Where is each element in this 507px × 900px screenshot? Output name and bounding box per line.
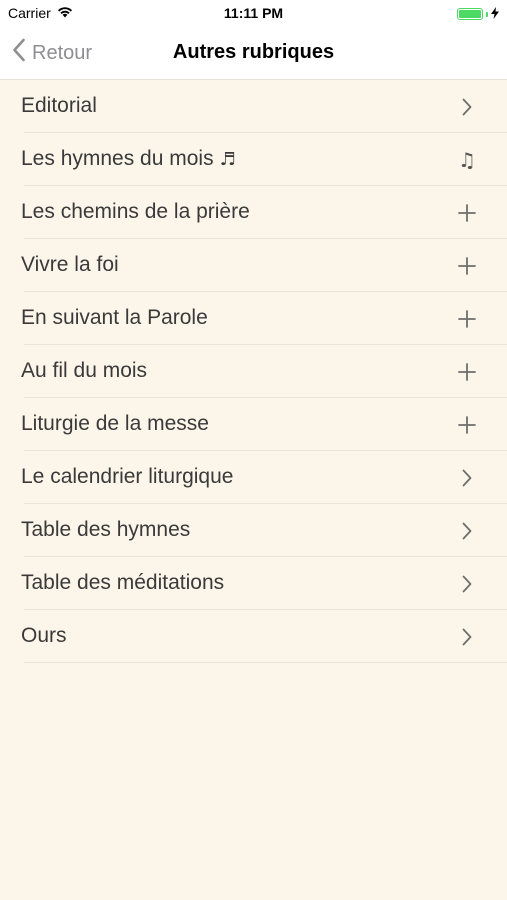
list-item-chemins-priere[interactable]: Les chemins de la prière [0,186,507,239]
list-item-label: Table des hymnes [21,518,191,541]
chevron-right-icon [455,519,479,543]
plus-icon [455,413,479,437]
list-item-suivant-parole[interactable]: En suivant la Parole [0,292,507,345]
section-list: Editorial Les hymnes du mois ♬ ♫ Les chem… [0,80,507,663]
list-item-ours[interactable]: Ours [0,610,507,663]
music-notes-icon: ♫ [458,148,476,172]
list-item-fil-du-mois[interactable]: Au fil du mois [0,345,507,398]
list-item-label: Au fil du mois [21,359,148,382]
chevron-right-icon [455,95,479,119]
plus-icon [455,201,479,225]
list-item-liturgie-messe[interactable]: Liturgie de la messe [0,398,507,451]
status-time: 11:11 PM [223,5,284,21]
status-right [457,6,499,22]
battery-tip [486,11,488,17]
list-item-label: Ours [21,624,67,647]
chevron-right-icon [455,466,479,490]
battery-fill [459,10,481,18]
list-item-editorial[interactable]: Editorial [0,80,507,133]
chevron-right-icon [455,625,479,649]
navigation-bar: Retour Autres rubriques [0,28,507,80]
page-title: Autres rubriques [172,41,335,63]
plus-icon [455,254,479,278]
list-item-label: Editorial [21,94,97,117]
screen: Carrier 11:11 PM Retour Autres rubriques… [0,0,507,900]
list-item-label: Liturgie de la messe [21,412,209,435]
plus-icon [455,307,479,331]
list-item-label: Les chemins de la prière [21,200,250,223]
list-item-label: Vivre la foi [21,253,119,276]
list-item-table-hymnes[interactable]: Table des hymnes [0,504,507,557]
list-item-label-wrapper: Les hymnes du mois ♬ [21,147,236,171]
chevron-right-icon [455,572,479,596]
list-item-vivre-la-foi[interactable]: Vivre la foi [0,239,507,292]
battery-icon [457,8,483,20]
music-note-icon: ♬ [219,149,236,170]
list-item-hymnes-du-mois[interactable]: Les hymnes du mois ♬ ♫ [0,133,507,186]
charging-bolt-icon [491,6,499,22]
list-item-label: Table des méditations [21,571,225,594]
list-item-label: Les hymnes du mois [21,147,214,170]
list-item-label: Le calendrier liturgique [21,465,234,488]
plus-icon [455,360,479,384]
list-item-table-meditations[interactable]: Table des méditations [0,557,507,610]
list-item-label: En suivant la Parole [21,306,208,329]
list-item-calendrier-liturgique[interactable]: Le calendrier liturgique [0,451,507,504]
status-bar: Carrier 11:11 PM [0,0,507,28]
